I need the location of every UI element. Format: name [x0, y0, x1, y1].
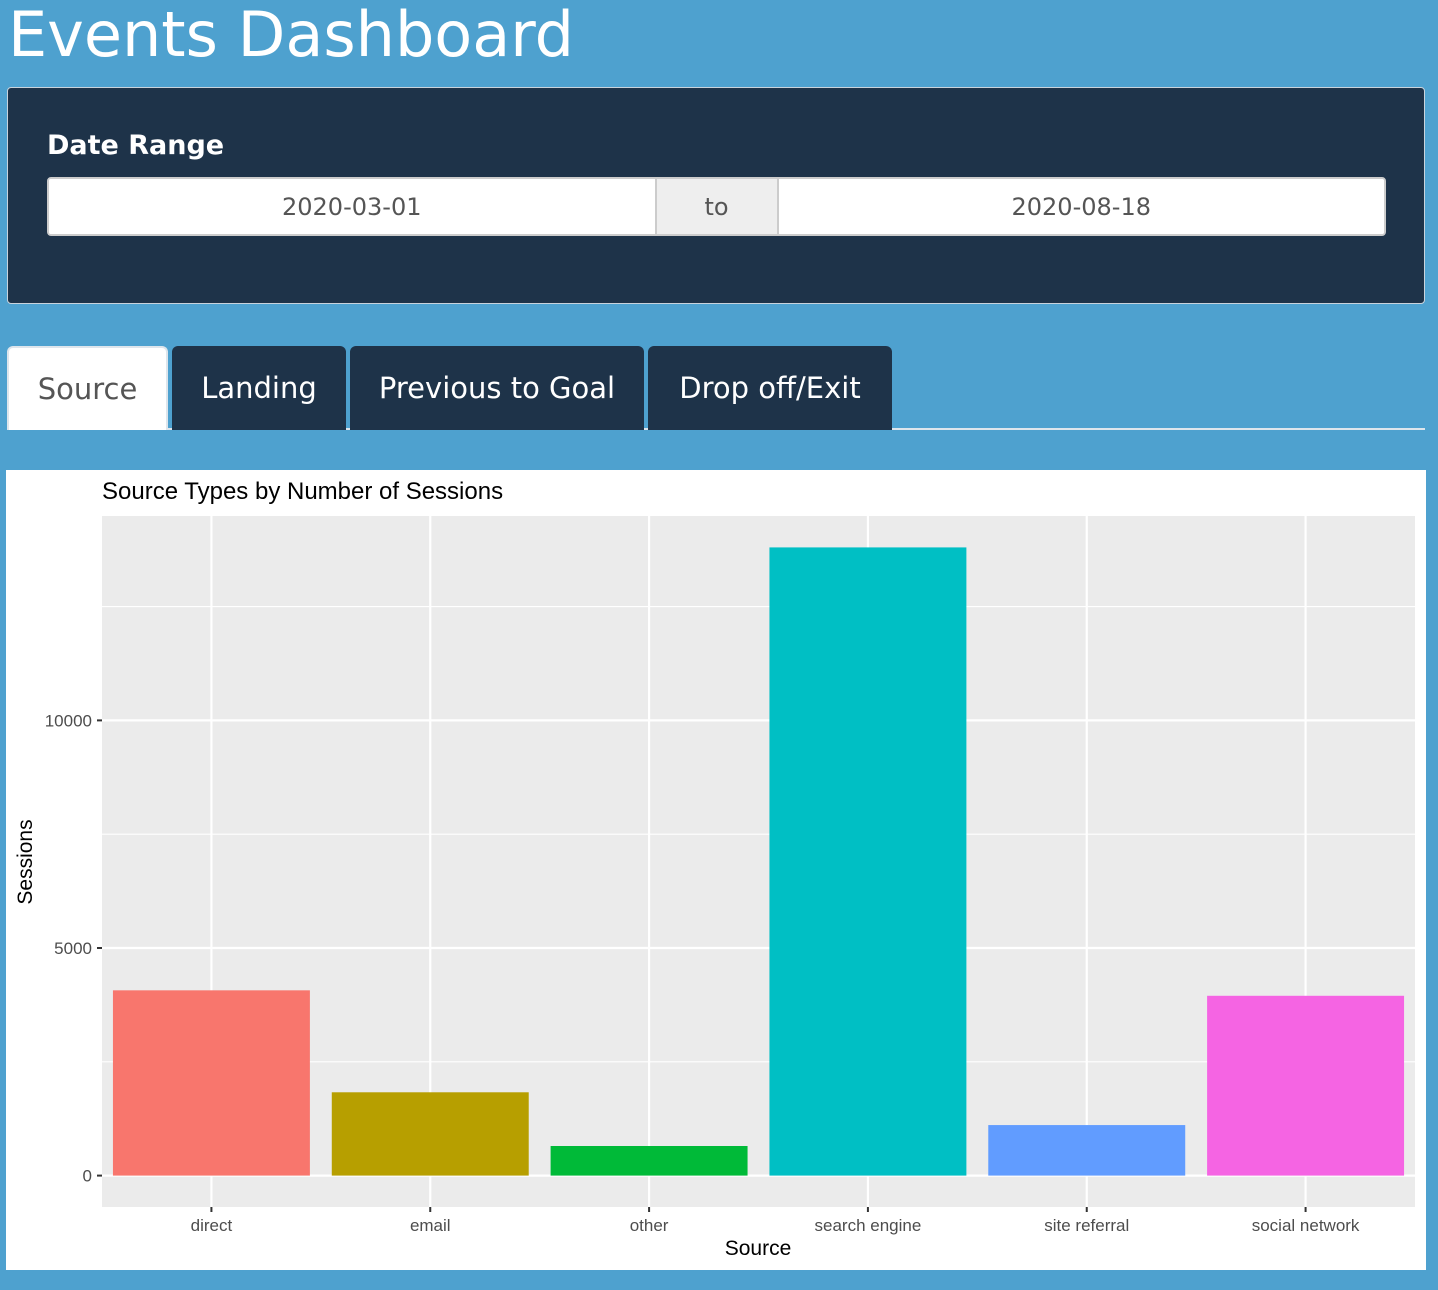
bar-search-engine [769, 547, 967, 1176]
page-title: Events Dashboard [8, 0, 574, 71]
date-range-input: to [47, 177, 1386, 236]
tab-drop-off-exit[interactable]: Drop off/Exit [648, 346, 892, 430]
bar-direct [112, 990, 310, 1176]
x-tick-label: site referral [1044, 1216, 1129, 1235]
bar-site-referral [988, 1125, 1186, 1176]
tab-previous-to-goal[interactable]: Previous to Goal [350, 346, 644, 430]
tab-source[interactable]: Source [7, 346, 168, 430]
x-tick-label: social network [1252, 1216, 1360, 1235]
tab-bar: Source Landing Previous to Goal Drop off… [7, 346, 1425, 430]
date-range-separator: to [654, 179, 779, 234]
chart-container: Source Types by Number of Sessions 0 5000… [6, 470, 1426, 1270]
x-tick-label: direct [191, 1216, 233, 1235]
y-tick-label: 5000 [54, 939, 92, 958]
chart-title: Source Types by Number of Sessions [102, 478, 503, 505]
x-tick-label: search engine [815, 1216, 922, 1235]
y-axis-label: Sessions [14, 819, 37, 904]
date-range-label: Date Range [47, 130, 225, 161]
bar-email [331, 1092, 529, 1176]
bar-chart: Source Types by Number of Sessions 0 5000… [14, 478, 1415, 1260]
y-tick-label: 10000 [45, 711, 92, 730]
x-axis-label: Source [725, 1237, 792, 1260]
start-date-input[interactable] [49, 179, 655, 234]
tab-landing[interactable]: Landing [172, 346, 346, 430]
end-date-input[interactable] [778, 179, 1384, 234]
x-tick-label: other [630, 1216, 669, 1235]
y-tick-label: 0 [83, 1167, 92, 1186]
date-range-panel: Date Range to [7, 87, 1425, 304]
bar-social-network [1207, 995, 1405, 1176]
bar-other [550, 1146, 748, 1176]
x-tick-label: email [410, 1216, 451, 1235]
